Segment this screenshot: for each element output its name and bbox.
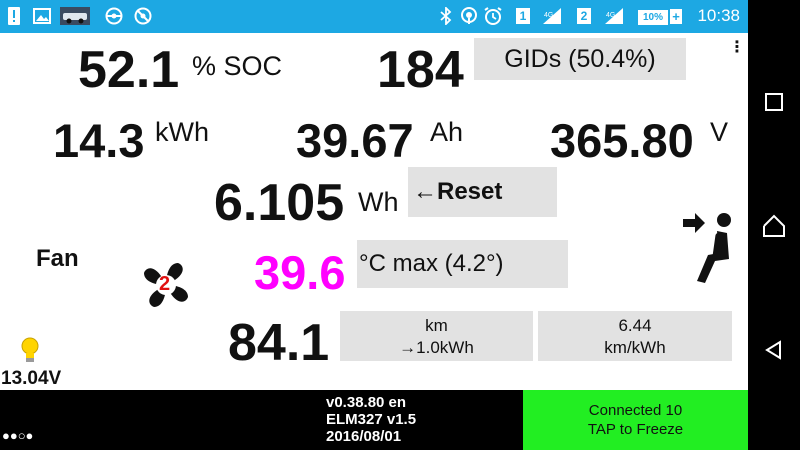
efficiency-button[interactable]: 6.44 km/kWh: [538, 311, 732, 361]
car-icon: [60, 7, 90, 25]
sim1-badge: 1: [516, 8, 530, 24]
page-dots[interactable]: ●●○●: [2, 428, 33, 443]
wh-unit: Wh: [358, 187, 399, 217]
range-km-label: km: [425, 316, 448, 335]
distance-value: 84.1: [228, 314, 330, 372]
status-time: 10:38: [697, 6, 740, 25]
gids-button[interactable]: GIDs (50.4%): [474, 38, 686, 80]
recents-button[interactable]: [764, 92, 784, 117]
app-info: v0.38.80 en ELM327 v1.5 2016/08/01: [326, 394, 416, 445]
lightbulb-icon: [20, 336, 40, 369]
seat-heater-icon[interactable]: [681, 211, 737, 292]
fan-label: Fan: [36, 245, 79, 272]
charging-indicator: +: [670, 9, 682, 24]
steering-icon: [105, 7, 123, 25]
main-panel[interactable]: 52.1 % SOC 184 GIDs (50.4%) ⋮ 14.3 kWh 3…: [0, 33, 748, 390]
wifi-off-icon: [134, 7, 152, 25]
home-button[interactable]: [762, 214, 786, 243]
tap-to-freeze: TAP to Freeze: [587, 421, 684, 438]
reset-button[interactable]: ←Reset: [408, 167, 557, 217]
alert-icon: [8, 7, 20, 25]
volts-value: 365.80: [550, 114, 694, 167]
soc-unit: % SOC: [192, 51, 283, 81]
volts-unit: V: [710, 117, 729, 147]
reset-label: ←Reset: [413, 178, 503, 205]
app-date: 2016/08/01: [326, 428, 402, 445]
temp-button[interactable]: °C max (4.2°): [357, 240, 568, 288]
efficiency-value: 6.44: [618, 316, 652, 335]
signal-icon-2: 4G: [603, 7, 625, 25]
navigation-bar: [748, 0, 800, 450]
alarm-icon: [484, 7, 502, 25]
hotspot-icon: [460, 7, 478, 25]
status-bar: 1 4G 2 4G 10% + 10:38: [0, 0, 800, 33]
aux-battery-voltage: 13.04V: [1, 368, 62, 389]
ah-value: 39.67: [296, 114, 414, 167]
soc-value: 52.1: [78, 41, 180, 99]
connected-status: Connected 10: [588, 402, 683, 419]
kwh-value: 14.3: [53, 114, 145, 167]
battery-level: 10%: [638, 10, 668, 25]
efficiency-unit: km/kWh: [604, 338, 666, 357]
signal-icon: 4G: [541, 7, 563, 25]
kwh-unit: kWh: [155, 117, 209, 147]
temp-label: °C max (4.2°): [359, 250, 504, 277]
bluetooth-icon: [440, 7, 452, 25]
app-version: v0.38.80 en: [326, 394, 407, 411]
gids-label: GIDs (50.4%): [504, 45, 656, 73]
temp-value: 39.6: [254, 246, 346, 299]
svg-text:4G: 4G: [606, 12, 615, 19]
sim2-badge: 2: [577, 8, 591, 24]
image-icon: [33, 7, 51, 25]
range-per-kwh-label: →1.0kWh: [399, 338, 474, 357]
elm-version: ELM327 v1.5: [326, 411, 417, 428]
gids-value: 184: [377, 41, 464, 99]
fan-icon[interactable]: 2: [140, 259, 192, 311]
range-button[interactable]: km →1.0kWh: [340, 311, 533, 361]
wh-value: 6.105: [214, 174, 345, 232]
connected-button[interactable]: Connected 10 TAP to Freeze: [523, 390, 748, 450]
fan-level: 2: [159, 273, 171, 295]
ah-unit: Ah: [430, 117, 464, 147]
svg-text:4G: 4G: [544, 12, 553, 19]
back-button[interactable]: [764, 340, 784, 365]
menu-icon[interactable]: ⋮: [729, 37, 745, 57]
